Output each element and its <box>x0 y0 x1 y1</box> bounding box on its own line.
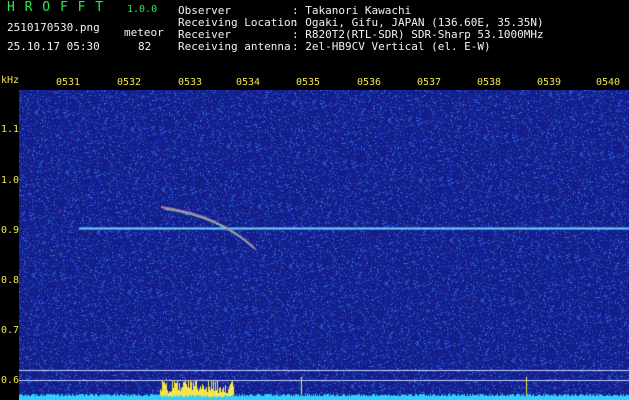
file-name: 2510170530.png <box>7 21 100 34</box>
y-tick-label: 0.9 <box>1 225 20 236</box>
count-label: meteor <box>124 26 164 39</box>
app-title: H R O F F T <box>7 0 105 15</box>
info-value-antenna: : 2el-HB9CV Vertical (el. E-W) <box>292 40 491 53</box>
y-tick-label: 0.7 <box>1 325 20 336</box>
info-key-antenna: Receiving antenna <box>178 40 291 53</box>
x-tick-label: 0532 <box>117 77 142 88</box>
y-tick-label: 0.6 <box>1 375 20 386</box>
y-unit-label: kHz <box>1 75 20 86</box>
capture-datetime: 25.10.17 05:30 <box>7 40 100 53</box>
x-tick-label: 0534 <box>236 77 261 88</box>
x-tick-label: 0531 <box>56 77 81 88</box>
y-tick-label: 1.1 <box>1 124 20 135</box>
y-tick-label: 1.0 <box>1 175 20 186</box>
app-version: 1.0.0 <box>127 4 158 15</box>
hrofft-window: H R O F F T 1.0.0 2510170530.png 25.10.1… <box>0 0 629 400</box>
meteor-count: 82 <box>138 40 152 53</box>
frequency-axis <box>0 74 19 400</box>
x-tick-label: 0539 <box>537 77 562 88</box>
x-tick-label: 0536 <box>357 77 382 88</box>
x-tick-label: 0535 <box>296 77 321 88</box>
header-panel: H R O F F T 1.0.0 2510170530.png 25.10.1… <box>0 0 629 74</box>
y-tick-label: 0.8 <box>1 275 20 286</box>
x-tick-label: 0533 <box>178 77 203 88</box>
x-tick-label: 0540 <box>596 77 621 88</box>
x-tick-label: 0537 <box>417 77 442 88</box>
spectrogram-canvas <box>19 90 629 400</box>
x-tick-label: 0538 <box>477 77 502 88</box>
